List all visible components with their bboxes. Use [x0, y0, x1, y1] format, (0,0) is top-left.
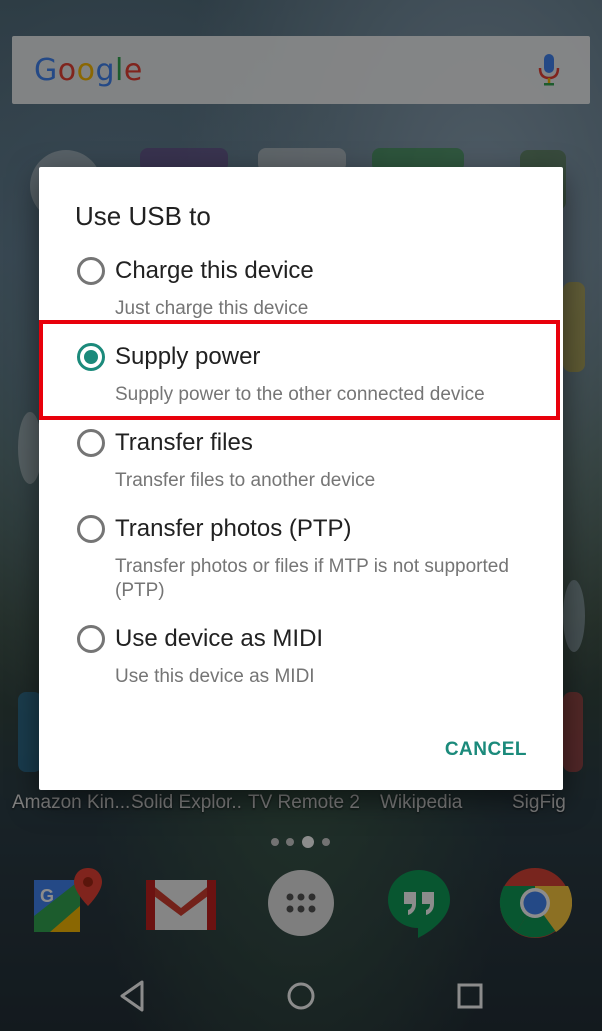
option-description: Use this device as MIDI [115, 666, 315, 687]
option-transfer-files[interactable]: Transfer files Transfer files to another… [39, 427, 563, 493]
radio-unchecked-icon[interactable] [77, 625, 105, 653]
dialog-title: Use USB to [75, 201, 211, 231]
option-transfer-photos-ptp[interactable]: Transfer photos (PTP) Transfer photos or… [39, 513, 563, 603]
option-description: Transfer photos or files if MTP is not s… [115, 556, 509, 601]
option-label: Transfer files [115, 429, 253, 456]
radio-unchecked-icon[interactable] [77, 515, 105, 543]
option-label: Transfer photos (PTP) [115, 515, 352, 542]
use-usb-dialog: Use USB to Charge this device Just charg… [39, 167, 563, 790]
cancel-button[interactable]: CANCEL [445, 739, 527, 761]
radio-unchecked-icon[interactable] [77, 429, 105, 457]
option-use-device-as-midi[interactable]: Use device as MIDI Use this device as MI… [39, 623, 563, 689]
option-label: Charge this device [115, 257, 314, 284]
option-charge-this-device[interactable]: Charge this device Just charge this devi… [39, 255, 563, 321]
option-description: Transfer files to another device [115, 470, 376, 491]
radio-unchecked-icon[interactable] [77, 257, 105, 285]
option-description: Just charge this device [115, 298, 309, 319]
selection-highlight-box [39, 320, 560, 420]
option-label: Use device as MIDI [115, 625, 324, 652]
